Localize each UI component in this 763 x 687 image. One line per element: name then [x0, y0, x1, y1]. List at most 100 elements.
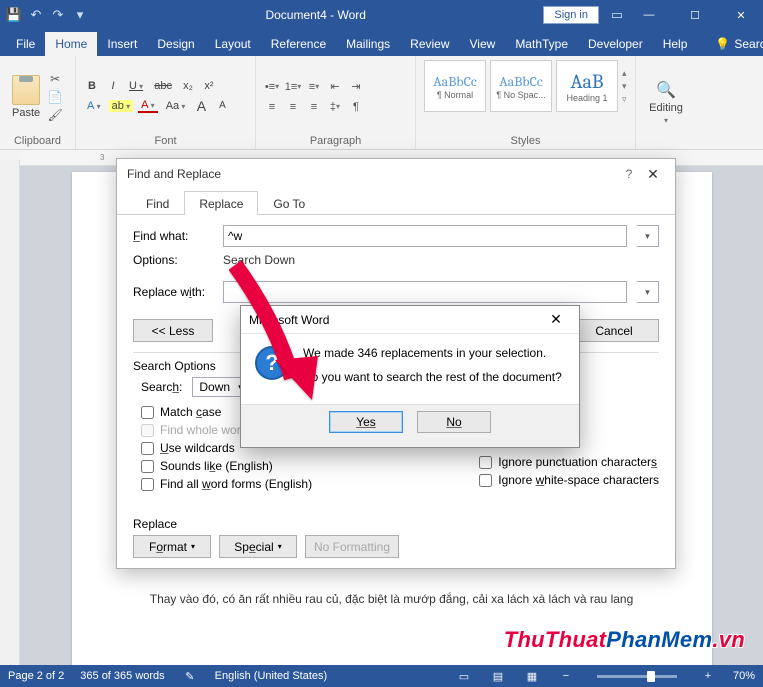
- dialog-help-button[interactable]: ?: [617, 167, 641, 181]
- zoom-slider[interactable]: [597, 675, 677, 678]
- tab-design[interactable]: Design: [147, 32, 204, 56]
- underline-button[interactable]: U: [126, 80, 146, 92]
- ignore-punct-checkbox[interactable]: Ignore punctuation characters: [479, 455, 659, 469]
- message-title: Microsoft Word: [249, 313, 329, 327]
- cancel-button[interactable]: Cancel: [569, 319, 659, 342]
- group-label-font: Font: [84, 133, 247, 147]
- text-effects-button[interactable]: A: [84, 100, 104, 112]
- format-painter-icon[interactable]: 🖌: [48, 108, 62, 122]
- numbering-button[interactable]: 1≡: [285, 80, 301, 94]
- close-button[interactable]: ✕: [719, 0, 763, 30]
- yes-button[interactable]: Yes: [329, 411, 403, 433]
- word-forms-checkbox[interactable]: Find all word forms (English): [141, 477, 312, 491]
- style-normal[interactable]: AaBbCc ¶ Normal: [424, 60, 486, 112]
- tab-replace[interactable]: Replace: [184, 191, 258, 215]
- ribbon: Paste ✂ 📄 🖌 Clipboard B I U abc x₂ x² A …: [0, 56, 763, 150]
- zoom-in-button[interactable]: +: [699, 670, 717, 682]
- styles-gallery-expand[interactable]: ▴▾▿: [622, 60, 627, 112]
- tab-developer[interactable]: Developer: [578, 32, 653, 56]
- group-paragraph: •≡ 1≡ ≡ ⇤ ⇥ ≡ ≡ ≡ ‡ ¶ Paragraph: [256, 56, 416, 149]
- align-right-button[interactable]: ≡: [306, 100, 322, 114]
- group-editing: 🔍 Editing ▾: [636, 56, 696, 149]
- tell-me-search[interactable]: 💡 Search: [705, 32, 763, 56]
- subscript-button[interactable]: x₂: [180, 80, 196, 92]
- autosave-icon[interactable]: 💾: [6, 7, 22, 23]
- bold-button[interactable]: B: [84, 80, 100, 92]
- tab-home[interactable]: Home: [45, 32, 97, 56]
- copy-icon[interactable]: 📄: [48, 90, 62, 104]
- status-words[interactable]: 365 of 365 words: [80, 670, 164, 682]
- status-page[interactable]: Page 2 of 2: [8, 670, 64, 682]
- format-button[interactable]: Format▾: [133, 535, 211, 558]
- undo-icon[interactable]: ↶: [28, 7, 44, 23]
- special-button[interactable]: Special▾: [219, 535, 297, 558]
- tab-mathtype[interactable]: MathType: [505, 32, 578, 56]
- message-titlebar[interactable]: Microsoft Word ✕: [241, 306, 579, 334]
- group-label-paragraph: Paragraph: [264, 133, 407, 147]
- font-color-button[interactable]: A: [138, 99, 158, 113]
- increase-indent-button[interactable]: ⇥: [348, 80, 364, 94]
- tab-find[interactable]: Find: [131, 191, 184, 215]
- read-mode-icon[interactable]: ▭: [455, 670, 473, 683]
- sign-in-button[interactable]: Sign in: [543, 6, 599, 24]
- ignore-whitespace-checkbox[interactable]: Ignore white-space characters: [479, 473, 659, 487]
- line-spacing-button[interactable]: ‡: [327, 100, 343, 114]
- editing-dropdown[interactable]: 🔍 Editing ▾: [649, 80, 683, 125]
- zoom-out-button[interactable]: −: [557, 670, 575, 682]
- style-no-spacing[interactable]: AaBbCc ¶ No Spac...: [490, 60, 552, 112]
- replace-with-input[interactable]: [223, 281, 627, 303]
- tab-layout[interactable]: Layout: [205, 32, 261, 56]
- change-case-button[interactable]: Aa: [163, 100, 189, 112]
- tab-insert[interactable]: Insert: [97, 32, 147, 56]
- print-layout-icon[interactable]: ▤: [489, 670, 507, 683]
- status-bar: Page 2 of 2 365 of 365 words ✎ English (…: [0, 665, 763, 687]
- superscript-button[interactable]: x²: [201, 80, 217, 92]
- shrink-font-button[interactable]: A: [214, 100, 230, 111]
- qat-customize-icon[interactable]: ▾: [72, 7, 88, 23]
- tab-help[interactable]: Help: [653, 32, 698, 56]
- group-font: B I U abc x₂ x² A ab A Aa A A Font: [76, 56, 256, 149]
- less-button[interactable]: << Less: [133, 319, 213, 342]
- tab-review[interactable]: Review: [400, 32, 459, 56]
- ribbon-display-icon[interactable]: ▭: [609, 7, 625, 23]
- group-styles: AaBbCc ¶ Normal AaBbCc ¶ No Spac... AaB …: [416, 56, 636, 149]
- highlight-button[interactable]: ab: [109, 100, 134, 112]
- maximize-button[interactable]: ☐: [673, 0, 717, 30]
- dialog-titlebar[interactable]: Find and Replace ? ✕: [117, 159, 675, 189]
- replace-history-dropdown[interactable]: ▾: [637, 281, 659, 303]
- grow-font-button[interactable]: A: [193, 98, 209, 114]
- options-value: Search Down: [223, 253, 295, 267]
- lightbulb-icon: 💡: [715, 37, 730, 51]
- show-marks-button[interactable]: ¶: [348, 100, 364, 114]
- tab-file[interactable]: File: [6, 32, 45, 56]
- italic-button[interactable]: I: [105, 80, 121, 92]
- dialog-close-button[interactable]: ✕: [641, 166, 665, 183]
- style-heading1[interactable]: AaB Heading 1: [556, 60, 618, 112]
- minimize-button[interactable]: —: [627, 0, 671, 30]
- bullets-button[interactable]: •≡: [264, 80, 280, 94]
- message-line-1: We made 346 replacements in your selecti…: [303, 346, 562, 360]
- zoom-level[interactable]: 70%: [733, 670, 755, 682]
- align-center-button[interactable]: ≡: [285, 100, 301, 114]
- decrease-indent-button[interactable]: ⇤: [327, 80, 343, 94]
- spellcheck-icon[interactable]: ✎: [181, 670, 199, 683]
- tab-mailings[interactable]: Mailings: [336, 32, 400, 56]
- multilevel-button[interactable]: ≡: [306, 80, 322, 94]
- find-icon: 🔍: [656, 80, 676, 100]
- tab-references[interactable]: Reference: [261, 32, 336, 56]
- tab-goto[interactable]: Go To: [258, 191, 320, 215]
- vertical-ruler[interactable]: [0, 160, 20, 665]
- find-what-input[interactable]: [223, 225, 627, 247]
- paste-button[interactable]: Paste: [8, 73, 44, 121]
- web-layout-icon[interactable]: ▦: [523, 670, 541, 683]
- find-history-dropdown[interactable]: ▾: [637, 225, 659, 247]
- redo-icon[interactable]: ↷: [50, 7, 66, 23]
- status-language[interactable]: English (United States): [215, 670, 328, 682]
- cut-icon[interactable]: ✂: [48, 72, 62, 86]
- align-left-button[interactable]: ≡: [264, 100, 280, 114]
- sounds-like-checkbox[interactable]: Sounds like (English): [141, 459, 312, 473]
- strikethrough-button[interactable]: abc: [151, 80, 175, 92]
- no-button[interactable]: No: [417, 411, 491, 433]
- message-close-button[interactable]: ✕: [541, 311, 571, 328]
- tab-view[interactable]: View: [460, 32, 506, 56]
